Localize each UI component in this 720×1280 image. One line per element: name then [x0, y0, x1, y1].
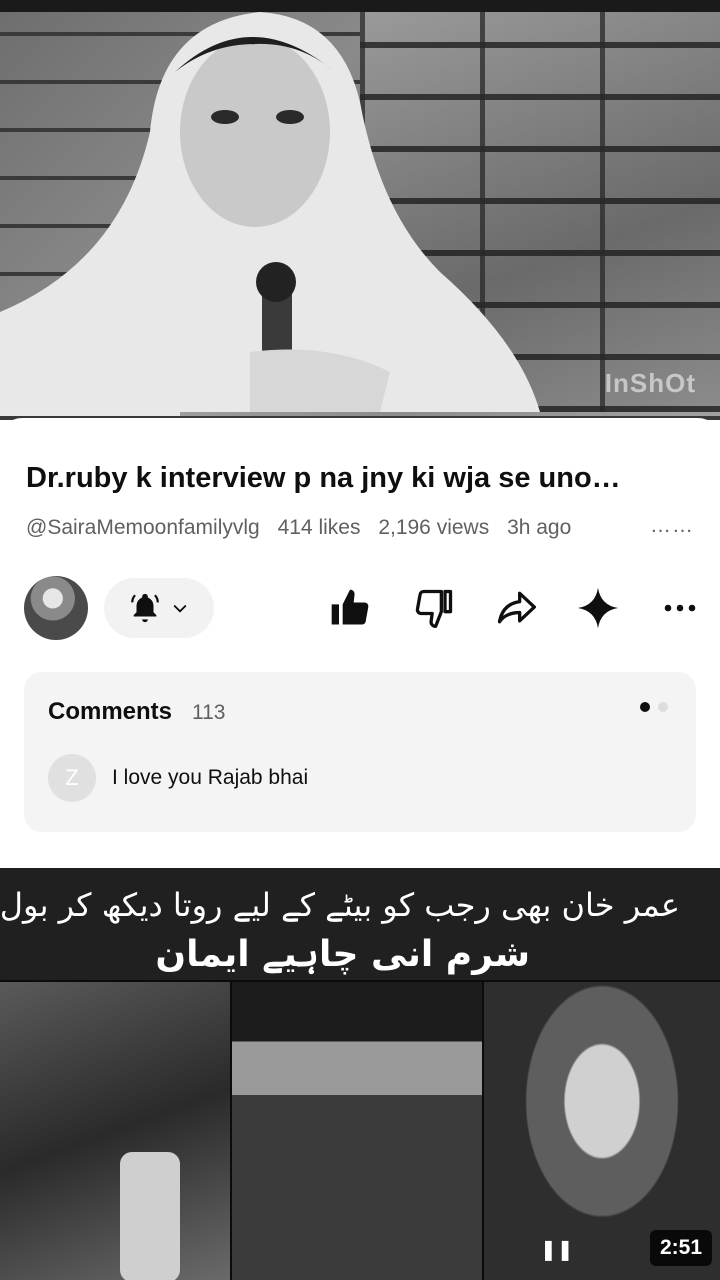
bell-icon — [131, 593, 159, 623]
subscribe-notifications-button[interactable] — [104, 578, 214, 638]
next-video-caption-line2: شرم انی چاہیے ایمان — [155, 934, 530, 975]
action-bar — [0, 576, 720, 640]
pause-icon: ❚❚ — [540, 1239, 574, 1261]
video-title[interactable]: Dr.ruby k interview p na jny ki wja se u… — [26, 462, 706, 495]
channel-avatar[interactable] — [24, 576, 88, 640]
phone-graphic — [120, 1152, 180, 1280]
chevron-down-icon — [173, 604, 187, 613]
video-player[interactable]: InShOt — [0, 0, 720, 420]
top-comment-text: I love you Rajab bhai — [112, 766, 309, 789]
views-count: 2,196 views — [378, 516, 490, 539]
dislike-icon — [415, 589, 453, 628]
like-button[interactable] — [326, 584, 374, 632]
status-bar — [0, 0, 720, 12]
comments-panel[interactable]: Comments 113 Z I love you Rajab bhai — [24, 672, 696, 832]
channel-handle[interactable]: @SairaMemoonfamilyvlg — [26, 516, 260, 539]
video-metadata: @SairaMemoonfamilyvlg 414 likes 2,196 vi… — [26, 516, 583, 540]
share-icon — [497, 591, 536, 624]
ai-summary-button[interactable] — [574, 584, 622, 632]
watermark-text: InShOt — [604, 368, 696, 398]
likes-count: 414 likes — [277, 516, 361, 539]
more-icon — [664, 604, 696, 612]
dislike-button[interactable] — [410, 584, 458, 632]
more-actions-button[interactable] — [656, 584, 704, 632]
comments-heading: Comments — [48, 698, 173, 725]
upload-age: 3h ago — [507, 516, 572, 539]
next-video-caption-band: عمر خان بھی رجب کو بیٹے کے لیے روتا دیکھ… — [0, 868, 720, 980]
next-video-caption-line1: عمر خان بھی رجب کو بیٹے کے لیے روتا دیکھ… — [0, 886, 680, 924]
sparkle-icon — [577, 587, 619, 629]
commenter-avatar: Z — [48, 754, 96, 802]
share-button[interactable] — [492, 584, 540, 632]
page-indicator — [640, 702, 668, 712]
thumbnail-panel-left — [0, 982, 230, 1280]
page-dot-active — [640, 702, 650, 712]
thumbnail-panel-center — [232, 982, 482, 1280]
description-more-button[interactable]: …… — [650, 514, 694, 538]
next-video-card[interactable]: عمر خان بھی رجب کو بیٹے کے لیے روتا دیکھ… — [0, 868, 720, 1280]
video-frame-person — [0, 12, 540, 412]
progress-bar[interactable] — [0, 412, 720, 416]
video-duration: 2:51 — [649, 1230, 712, 1266]
video-info-sheet: Dr.ruby k interview p na jny ki wja se u… — [0, 418, 720, 868]
progress-bar-fill — [0, 412, 180, 416]
like-icon — [331, 589, 369, 625]
page-dot — [658, 702, 668, 712]
comments-count: 113 — [192, 701, 226, 724]
